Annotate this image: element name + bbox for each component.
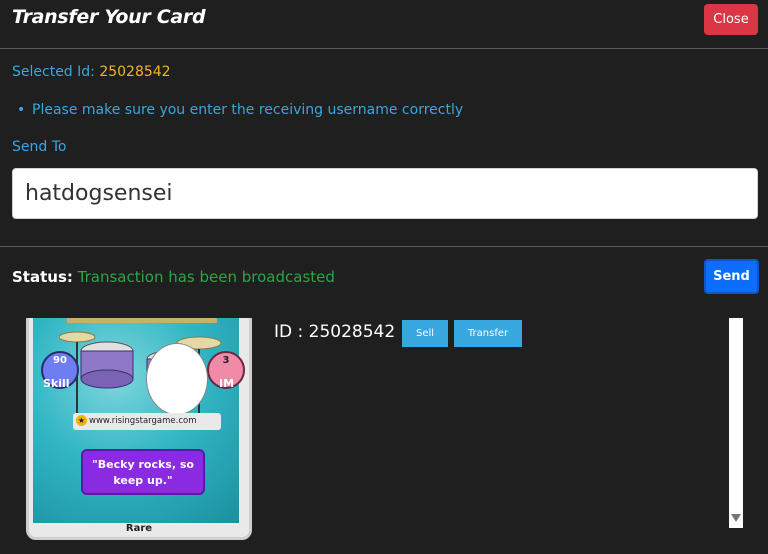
- modal-header: Transfer Your Card Close: [0, 0, 768, 49]
- im-label: IM: [219, 377, 235, 390]
- scrollbar-track[interactable]: [729, 318, 743, 528]
- status-label: Status:: [12, 268, 73, 286]
- selected-id-value: 25028542: [99, 64, 171, 80]
- username-notice: Please make sure you enter the receiving…: [17, 102, 463, 118]
- close-button[interactable]: Close: [704, 4, 758, 35]
- transfer-button[interactable]: Transfer: [454, 320, 522, 347]
- skill-value: 90: [53, 355, 67, 366]
- send-to-label: Send To: [12, 139, 67, 155]
- card-website-strip: ★ www.risingstargame.com: [73, 413, 221, 430]
- send-button[interactable]: Send: [704, 259, 759, 294]
- card-website: www.risingstargame.com: [89, 416, 197, 426]
- skill-label: Skill: [43, 377, 70, 390]
- selected-id: Selected Id: 25028542: [12, 64, 171, 80]
- scroll-down-icon[interactable]: [731, 514, 741, 522]
- star-icon: ★: [76, 415, 87, 426]
- recipient-input[interactable]: [12, 168, 758, 219]
- sell-button[interactable]: Sell: [402, 320, 448, 347]
- card-artwork: 90 Skill 3 IM ★ www.risingstargame.com "…: [33, 318, 245, 525]
- status-message: Transaction has been broadcasted: [77, 268, 335, 286]
- status-line: Status: Transaction has been broadcasted: [12, 268, 335, 286]
- card-id: ID : 25028542: [274, 322, 396, 342]
- card-image: 90 Skill 3 IM ★ www.risingstargame.com "…: [26, 318, 252, 540]
- card-rarity: Rare: [29, 523, 249, 537]
- modal-footer: Status: Transaction has been broadcasted…: [0, 246, 768, 319]
- modal-title: Transfer Your Card: [12, 6, 206, 28]
- selected-id-label: Selected Id:: [12, 64, 95, 80]
- card-portrait-placeholder: [146, 343, 208, 415]
- im-value: 3: [222, 355, 230, 366]
- card-panel: 90 Skill 3 IM ★ www.risingstargame.com "…: [0, 318, 768, 554]
- card-quote: "Becky rocks, so keep up.": [81, 449, 205, 495]
